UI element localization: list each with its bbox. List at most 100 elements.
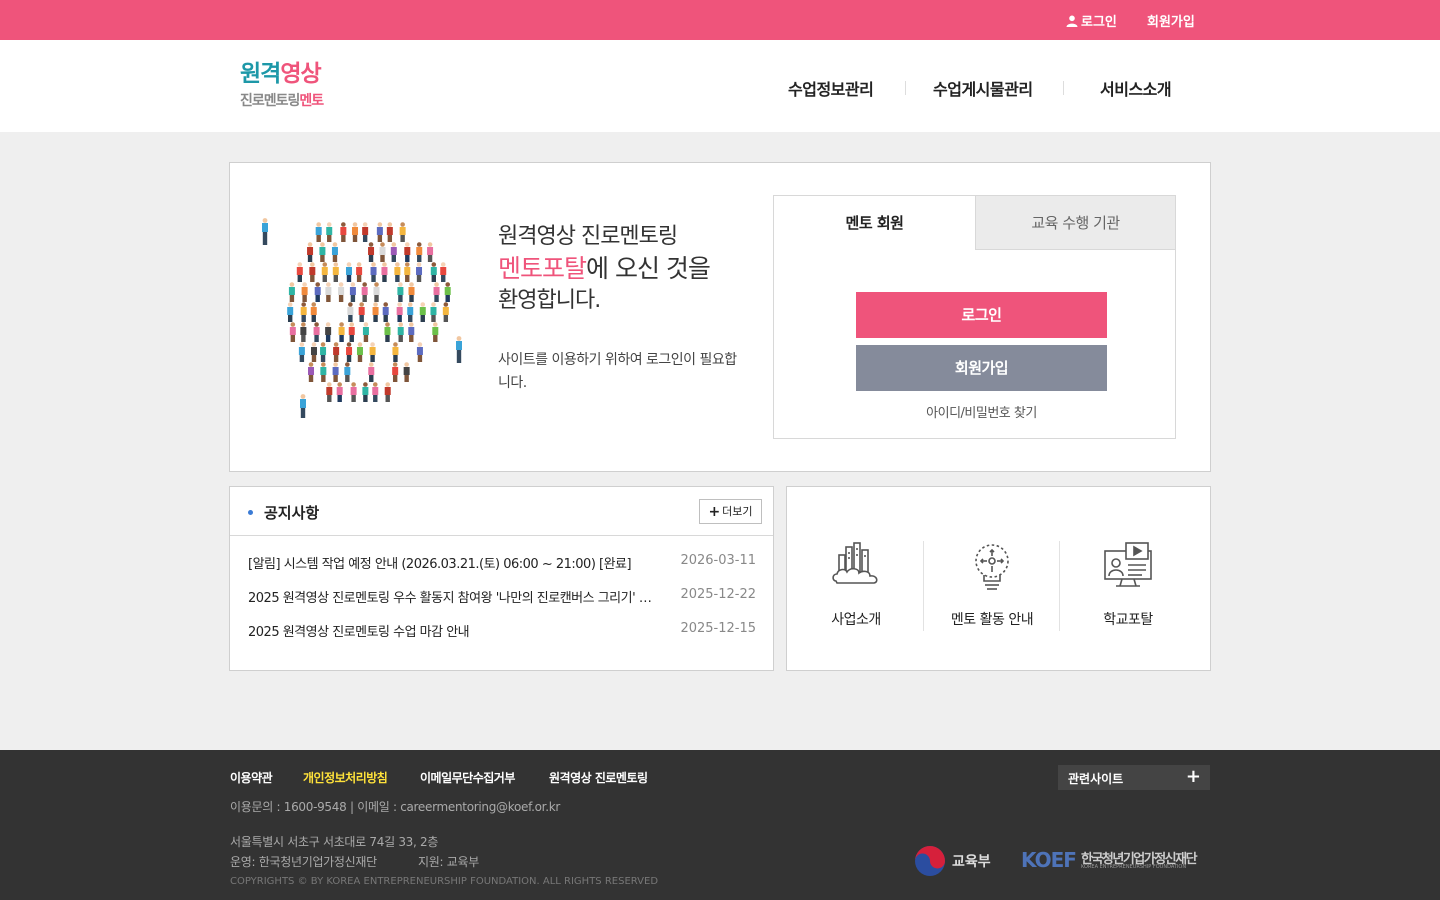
person-head	[326, 282, 331, 287]
footer: 이용약관 개인정보처리방침 이메일무단수집거부 원격영상 진로멘토링 이용문의 …	[0, 750, 1440, 900]
footer-link-privacy[interactable]: 개인정보처리방침	[303, 769, 388, 786]
notice-item-title: 2025 원격영상 진로멘토링 수업 마감 안내	[248, 625, 470, 640]
find-id-password-link[interactable]: 아이디/비밀번호 찾기	[856, 402, 1107, 421]
person-figure	[376, 222, 383, 242]
person-head	[431, 302, 436, 307]
person-shirt	[301, 287, 308, 295]
person-shirt	[368, 367, 375, 375]
person-legs	[351, 395, 356, 402]
person-legs	[348, 315, 353, 322]
person-figure	[416, 262, 423, 282]
login-button[interactable]: 로그인	[856, 292, 1107, 338]
person-shirt	[419, 307, 426, 315]
person-figure	[408, 322, 415, 342]
person-head	[301, 322, 306, 327]
person-figure	[394, 262, 401, 282]
city-cloud-icon	[832, 542, 878, 584]
person-legs	[287, 315, 293, 322]
person-shirt	[347, 307, 354, 315]
person-head	[417, 342, 423, 347]
related-sites-dropdown[interactable]: 관련사이트 +	[1058, 765, 1210, 790]
person-legs	[380, 255, 385, 262]
koef-mark: KOEF	[1021, 848, 1077, 872]
person-shirt	[379, 247, 386, 255]
footer-link-email-policy[interactable]: 이메일무단수집거부	[420, 769, 515, 786]
quick-link-school-portal[interactable]: 학교포탈	[1060, 539, 1196, 633]
person-shirt	[456, 341, 462, 350]
top-join-link[interactable]: 회원가입	[1147, 11, 1195, 30]
footer-support: 지원: 교육부	[418, 855, 479, 869]
person-legs	[315, 295, 320, 302]
person-figure	[300, 302, 307, 322]
person-shirt	[404, 267, 411, 275]
person-head	[316, 222, 321, 227]
person-shirt	[320, 347, 327, 355]
person-legs	[417, 355, 423, 362]
person-shirt	[262, 223, 268, 232]
person-legs	[341, 235, 346, 242]
person-head	[302, 282, 307, 287]
person-shirt	[308, 367, 315, 375]
moe-label: 교육부	[952, 854, 991, 870]
person-head	[443, 302, 449, 307]
person-legs	[299, 355, 305, 362]
tab-education-institution[interactable]: 교육 수행 기관	[975, 196, 1175, 250]
person-head	[326, 382, 332, 387]
nav-service-intro[interactable]: 서비스소개	[1100, 76, 1172, 100]
person-shirt	[403, 367, 410, 375]
person-legs	[398, 295, 403, 302]
bullet-icon	[248, 510, 253, 515]
person-figure	[372, 382, 379, 402]
person-head	[371, 262, 376, 267]
footer-link-terms[interactable]: 이용약관	[230, 769, 273, 786]
person-shirt	[416, 247, 423, 255]
person-legs	[333, 375, 338, 382]
person-head	[346, 262, 352, 267]
person-figure	[320, 362, 327, 382]
join-button[interactable]: 회원가입	[856, 345, 1107, 391]
person-head	[301, 302, 306, 307]
person-shirt	[314, 287, 321, 295]
person-figure	[338, 322, 345, 342]
person-figure	[392, 342, 399, 362]
person-legs	[434, 295, 439, 302]
person-figure	[430, 302, 437, 322]
person-figure	[408, 282, 415, 302]
person-figure	[307, 242, 314, 262]
person-shirt	[396, 307, 403, 315]
person-legs	[262, 231, 268, 245]
person-head	[322, 262, 328, 267]
person-legs	[359, 315, 364, 322]
person-shirt	[325, 327, 332, 335]
notice-item[interactable]: 2025 원격영상 진로멘토링 우수 활동지 참여왕 '나만의 진로캔버스 그리…	[248, 585, 756, 607]
top-login-link[interactable]: 로그인	[1066, 11, 1117, 30]
person-head	[289, 282, 295, 287]
person-head	[297, 262, 303, 267]
person-head	[346, 342, 352, 347]
tab-mentor-member[interactable]: 멘토 회원	[774, 196, 975, 250]
person-head	[373, 302, 378, 307]
quick-link-mentor-guide[interactable]: 멘토 활동 안내	[924, 539, 1060, 633]
person-shirt	[289, 327, 296, 335]
nav-class-info[interactable]: 수업정보관리	[788, 76, 874, 100]
person-head	[374, 282, 379, 287]
person-figure	[362, 382, 369, 402]
footer-link-program[interactable]: 원격영상 진로멘토링	[549, 769, 648, 786]
person-shirt	[376, 227, 383, 235]
person-shirt	[392, 347, 399, 355]
person-shirt	[326, 387, 333, 395]
notice-item[interactable]: 2025 원격영상 진로멘토링 수업 마감 안내 2025-12-15	[248, 619, 756, 641]
notice-title: 공지사항	[264, 504, 320, 522]
person-head	[382, 262, 387, 267]
nav-class-posts[interactable]: 수업게시물관리	[933, 76, 1033, 100]
person-head	[333, 262, 339, 267]
notice-item[interactable]: [알림] 시스템 작업 예정 안내 (2026.03.21.(토) 06:00 …	[248, 551, 756, 573]
person-figure	[350, 382, 357, 402]
person-figure	[331, 242, 338, 262]
person-shirt	[440, 267, 447, 275]
welcome-panel: 원격영상 진로멘토링 멘토포탈에 오신 것을 환영합니다. 사이트를 이용하기 …	[229, 162, 1211, 472]
person-figure	[333, 342, 340, 362]
quick-link-business-intro[interactable]: 사업소개	[788, 539, 924, 633]
moe-logo[interactable]: 교육부	[914, 845, 991, 877]
more-button[interactable]: + 더보기	[699, 499, 762, 524]
